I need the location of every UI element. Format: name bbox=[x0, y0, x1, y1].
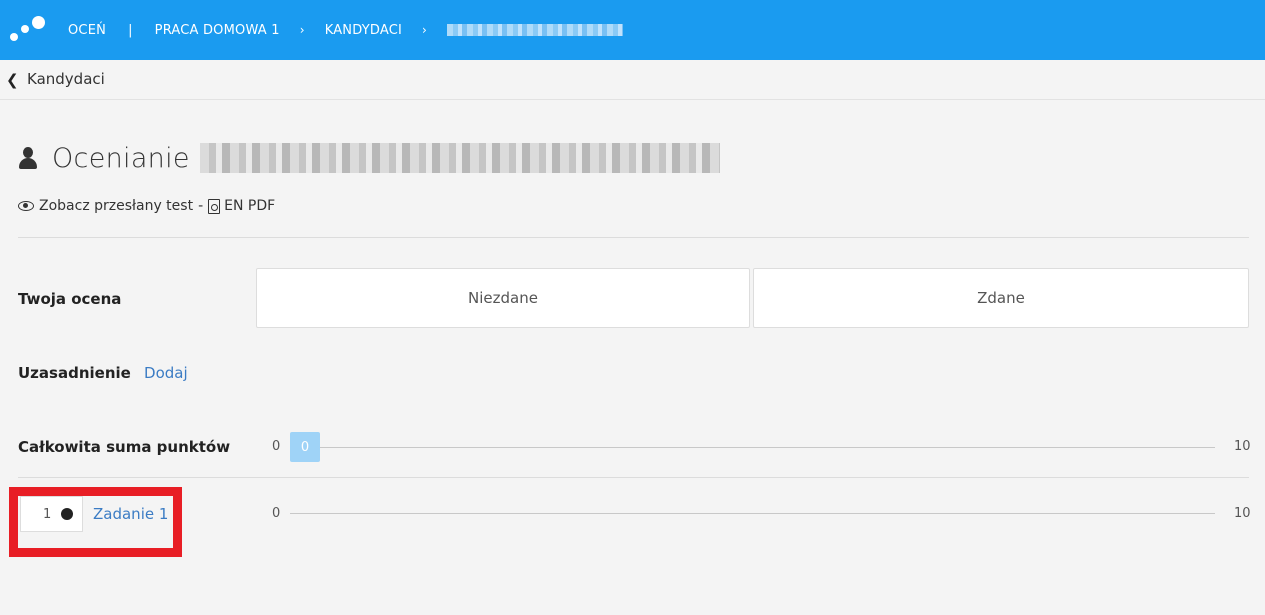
divider bbox=[18, 237, 1249, 238]
add-justification-link[interactable]: Dodaj bbox=[144, 364, 188, 382]
top-bar: OCEŃ | PRACA DOMOWA 1 › KANDYDACI › bbox=[0, 0, 1265, 60]
user-icon bbox=[18, 145, 38, 171]
page-title: Ocenianie bbox=[52, 142, 190, 174]
page-title-row: Ocenianie bbox=[18, 138, 720, 178]
file-pdf-icon bbox=[208, 198, 221, 214]
breadcrumb-candidate-redacted bbox=[447, 24, 624, 36]
justification-row: Uzasadnienie Dodaj bbox=[18, 364, 188, 382]
view-test-link[interactable]: Zobacz przesłany test bbox=[39, 198, 193, 214]
breadcrumb-kandydaci[interactable]: KANDYDACI bbox=[325, 23, 402, 38]
task-slider-max: 10 bbox=[1234, 506, 1251, 521]
divider bbox=[18, 477, 1249, 478]
total-slider-track[interactable] bbox=[290, 447, 1215, 448]
chevron-left-icon[interactable]: ❮ bbox=[6, 72, 19, 88]
eye-icon bbox=[18, 201, 34, 211]
grade-pass-button[interactable]: Zdane bbox=[753, 268, 1249, 328]
justification-label: Uzasadnienie bbox=[18, 364, 131, 382]
grade-label: Twoja ocena bbox=[18, 290, 122, 308]
view-links: Zobacz przesłany test - EN PDF bbox=[18, 198, 275, 214]
status-dot-icon bbox=[61, 508, 73, 520]
task-link[interactable]: Zadanie 1 bbox=[93, 505, 168, 523]
total-slider-min: 0 bbox=[272, 439, 281, 454]
breadcrumb-ocen[interactable]: OCEŃ bbox=[68, 23, 106, 38]
breadcrumb-separator: | bbox=[128, 22, 133, 38]
total-slider-max: 10 bbox=[1234, 439, 1251, 454]
chevron-right-icon: › bbox=[422, 23, 428, 37]
back-row: ❮ Kandydaci bbox=[0, 60, 1265, 100]
task-slider-min: 0 bbox=[272, 506, 281, 521]
back-link[interactable]: Kandydaci bbox=[27, 70, 105, 88]
total-slider-handle[interactable]: 0 bbox=[290, 432, 320, 462]
breadcrumb: OCEŃ | PRACA DOMOWA 1 › KANDYDACI › bbox=[68, 0, 624, 60]
total-points-label: Całkowita suma punktów bbox=[18, 438, 231, 456]
breadcrumb-praca-domowa[interactable]: PRACA DOMOWA 1 bbox=[155, 23, 280, 38]
task-slider-track[interactable] bbox=[290, 513, 1215, 514]
grade-fail-button[interactable]: Niezdane bbox=[256, 268, 750, 328]
chevron-right-icon: › bbox=[299, 23, 305, 37]
link-separator: - bbox=[198, 198, 204, 214]
candidate-name-redacted bbox=[199, 143, 720, 173]
logo-icon[interactable] bbox=[10, 16, 46, 44]
task-number: 1 bbox=[20, 496, 83, 532]
pdf-link[interactable]: EN PDF bbox=[224, 198, 275, 214]
